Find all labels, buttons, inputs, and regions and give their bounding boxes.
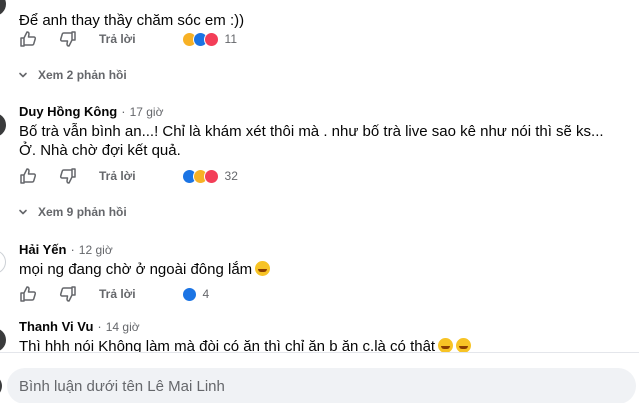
thumbs-down-icon[interactable] (59, 167, 77, 185)
comment-input-box[interactable] (7, 368, 636, 403)
comment-actions: Trả lời 11 (19, 29, 237, 49)
avatar (0, 375, 2, 397)
grinning-emoji-icon (255, 261, 271, 276)
comment-input[interactable] (7, 368, 636, 403)
thumbs-down-icon[interactable] (59, 285, 77, 303)
comment-author[interactable]: Duy Hồng Kông (19, 104, 117, 119)
comment-text-line: Bố trà vẫn bình an...! Chỉ là khám xét t… (19, 123, 604, 140)
comment-text-row: mọi ng đang chờ ở ngoài đông lắm (19, 260, 635, 279)
comment-header: Thanh Vi Vu · 14 giờ (19, 319, 635, 335)
reply-button[interactable]: Trả lời (99, 287, 136, 301)
avatar[interactable] (0, 0, 6, 16)
view-replies-label: Xem 9 phản hồi (38, 205, 127, 219)
avatar[interactable] (0, 250, 6, 274)
laughing-emoji-icon (438, 338, 454, 353)
avatar[interactable] (0, 328, 6, 352)
comment-time[interactable]: 14 giờ (106, 320, 140, 334)
comment-header (19, 0, 635, 3)
comment-composer (0, 352, 639, 403)
view-replies-button[interactable]: Xem 2 phản hồi (18, 66, 127, 84)
reply-button[interactable]: Trả lời (99, 169, 136, 183)
view-replies-button[interactable]: Xem 9 phản hồi (18, 203, 127, 221)
comment-time[interactable]: 12 giờ (79, 243, 113, 257)
love-reaction-icon (203, 31, 219, 47)
view-replies-label: Xem 2 phản hồi (38, 68, 127, 82)
comment-time[interactable]: 17 giờ (130, 105, 164, 119)
reaction-count: 11 (224, 32, 238, 46)
chevron-down-icon (19, 209, 27, 215)
comment: Thanh Vi Vu · 14 giờ Thì hhh nói Không làm… (19, 319, 635, 356)
comment: Hải Yến · 12 giờ mọi ng đang chờ ở ngoài đ… (19, 242, 635, 279)
reply-button[interactable]: Trả lời (99, 32, 136, 46)
avatar[interactable] (0, 113, 6, 137)
comment-actions: Trả lời 4 (19, 284, 209, 304)
reaction-summary[interactable]: 11 (181, 31, 238, 47)
separator-dot: · (97, 319, 102, 334)
comment: Duy Hồng Kông · 17 giờ Bố trà vẫn bình an.… (19, 104, 635, 160)
reaction-count: 32 (224, 169, 238, 183)
thumbs-down-icon[interactable] (59, 30, 77, 48)
laughing-emoji-icon (456, 338, 472, 353)
reaction-summary[interactable]: 32 (181, 168, 238, 184)
thumbs-up-icon[interactable] (19, 167, 37, 185)
comment-header: Hải Yến · 12 giờ (19, 242, 635, 258)
like-reaction-icon (181, 286, 197, 302)
reaction-summary[interactable]: 4 (181, 286, 210, 302)
comment-text: Để anh thay thầy chăm sóc em :)) (19, 12, 245, 29)
comment-actions: Trả lời 32 (19, 166, 238, 186)
chevron-down-icon (19, 72, 27, 78)
comment-author[interactable]: Hải Yến (19, 242, 66, 257)
reaction-count: 4 (202, 287, 210, 301)
comment-text-line: Ở. Nhà chờ đợi kết quả. (19, 142, 181, 159)
separator-dot: · (70, 242, 75, 257)
comment-author[interactable]: Thanh Vi Vu (19, 319, 93, 334)
love-reaction-icon (203, 168, 219, 184)
separator-dot: · (121, 104, 126, 119)
comment-text: mọi ng đang chờ ở ngoài đông lắm (19, 261, 253, 278)
thumbs-up-icon[interactable] (19, 285, 37, 303)
thumbs-up-icon[interactable] (19, 30, 37, 48)
comment-header: Duy Hồng Kông · 17 giờ (19, 104, 635, 120)
comment: Để anh thay thầy chăm sóc em :)) (19, 0, 635, 30)
